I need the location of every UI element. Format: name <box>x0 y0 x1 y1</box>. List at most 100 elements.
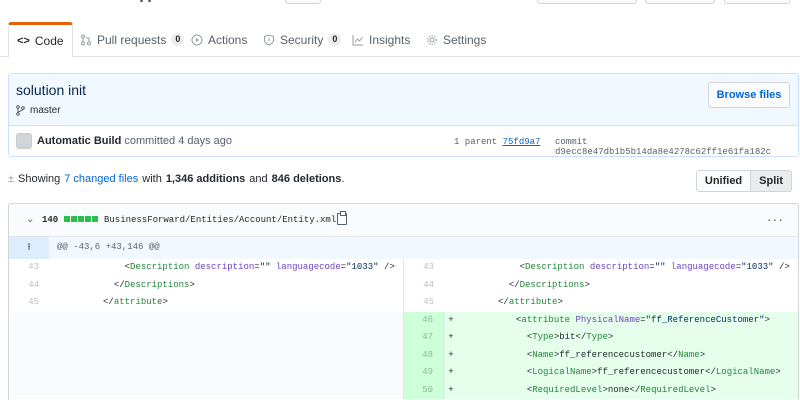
line-number[interactable]: 45 <box>404 294 444 312</box>
parent-label: 1 parent <box>454 137 498 147</box>
toolbar-button[interactable] <box>645 0 715 4</box>
code-line: <Description description="" languagecode… <box>519 262 790 272</box>
tab-code[interactable]: <> Code <box>8 22 73 58</box>
commit-title: solution init <box>16 82 87 98</box>
graph-icon <box>352 34 363 45</box>
clipboard-icon[interactable] <box>337 211 347 225</box>
sha-value[interactable]: d9ecc8e47db1b5b14da8e4278c62ff1e61fa182c <box>555 147 771 157</box>
line-number[interactable]: 48 <box>404 346 444 364</box>
addition-marker: + <box>448 367 454 377</box>
commit-action: committed 4 days ago <box>124 135 233 147</box>
summary-with: with <box>142 173 162 185</box>
left-pane-cell: 43 <Description description="" languagec… <box>9 259 404 277</box>
diff-view-toggle: Unified Split <box>695 170 792 192</box>
pr-counter: 0 <box>171 33 185 46</box>
right-pane-cell: 43 <Description description="" languagec… <box>404 259 798 277</box>
summary-suffix: . <box>341 173 345 185</box>
right-pane-cell: 47 + <Type>bit</Type> <box>404 329 798 347</box>
right-pane-cell: 50 + <RequiredLevel>none</RequiredLevel> <box>404 381 798 399</box>
commit-author-line: Automatic Build committed 4 days ago <box>37 135 232 147</box>
toolbar-button[interactable] <box>537 0 637 4</box>
right-pane-cell: 48 + <Name>ff_referencecustomer</Name> <box>404 346 798 364</box>
line-number[interactable]: 44 <box>9 277 49 295</box>
tab-label: Code <box>34 34 64 48</box>
tab-actions[interactable]: Actions <box>191 22 247 57</box>
line-number[interactable]: 45 <box>9 294 49 312</box>
line-number[interactable]: 43 <box>404 259 444 277</box>
changed-files-link[interactable]: 7 changed files <box>64 173 138 185</box>
code-line: <attribute PhysicalName="ff_ReferenceCus… <box>516 314 770 325</box>
addition-marker: + <box>448 314 454 325</box>
left-pane-cell <box>9 311 404 329</box>
addition-marker: + <box>448 332 454 342</box>
parent-info: 1 parent 75fd9a7 <box>454 137 540 147</box>
security-counter: 0 <box>328 33 342 46</box>
tab-label: Security <box>280 32 324 47</box>
additions-count: 1,346 additions <box>165 173 246 185</box>
author-name[interactable]: Automatic Build <box>37 135 121 147</box>
tab-label: Settings <box>443 32 487 47</box>
diff-row: 49 + <LogicalName>ff_referencecustomer</L… <box>9 364 798 382</box>
toolbar-button[interactable] <box>724 0 790 4</box>
tab-label: Pull requests <box>97 32 167 47</box>
code-line: </attribute> <box>103 297 168 307</box>
browse-files-button[interactable]: Browse files <box>708 82 790 108</box>
file-path[interactable]: BusinessForward/Entities/Account/Entity.… <box>104 215 336 225</box>
left-pane-cell: 45 </attribute> <box>9 294 404 312</box>
unified-button[interactable]: Unified <box>695 170 752 192</box>
code-line: <LogicalName>ff_referencecustomer</Logic… <box>526 367 781 377</box>
branch-name[interactable]: master <box>30 105 61 116</box>
line-number[interactable]: 46 <box>404 311 444 329</box>
chevron-down-icon[interactable]: ⌄ <box>26 214 34 225</box>
hunk-range: @@ -43,6 +43,146 @@ <box>57 242 160 252</box>
line-number[interactable]: 47 <box>404 329 444 347</box>
diffstat-bar <box>64 216 98 222</box>
top-toolbar-remnant <box>0 0 800 6</box>
line-number[interactable]: 43 <box>9 259 49 277</box>
commit-label: commit <box>555 137 588 147</box>
play-icon <box>191 34 203 45</box>
line-number[interactable]: 44 <box>404 277 444 295</box>
code-line: </attribute> <box>498 297 563 307</box>
tab-insights[interactable]: Insights <box>352 22 410 57</box>
left-pane-cell: 44 </Descriptions> <box>9 276 404 295</box>
left-pane-cell <box>9 364 404 382</box>
split-button[interactable]: Split <box>751 170 792 192</box>
line-number[interactable]: 50 <box>404 381 444 399</box>
code-line: </Descriptions> <box>508 279 590 290</box>
commit-header: solution init master Browse files <box>9 74 798 126</box>
tab-pull-requests[interactable]: Pull requests 0 <box>80 22 185 57</box>
repo-nav: <> Code Pull requests 0 Actions Security… <box>0 22 800 58</box>
deletions-count: 846 deletions <box>271 173 342 185</box>
tab-settings[interactable]: Settings <box>426 22 486 57</box>
pull-request-icon <box>81 34 91 45</box>
diff-row: 50 + <RequiredLevel>none</RequiredLevel> <box>9 381 798 399</box>
plus-minus-icon: ± <box>8 173 15 185</box>
kebab-menu-icon[interactable]: ··· <box>767 211 784 227</box>
left-pane-cell <box>9 381 404 399</box>
left-pane-cell <box>9 329 404 347</box>
diff-summary: ± Showing 7 changed files with 1,346 add… <box>8 173 344 185</box>
expand-up-icon[interactable]: ⭱ <box>9 237 49 259</box>
code-line: <RequiredLevel>none</RequiredLevel> <box>526 384 716 395</box>
parent-sha-link[interactable]: 75fd9a7 <box>503 137 541 147</box>
diff-row: 45 </attribute> 45 </attribute> <box>9 294 798 312</box>
right-pane-cell: 49 + <LogicalName>ff_referencecustomer</L… <box>404 364 798 382</box>
tab-security[interactable]: Security 0 <box>263 22 342 57</box>
code-line: <Description description="" languagecode… <box>124 262 395 272</box>
file-header: ⌄ 140 BusinessForward/Entities/Account/E… <box>9 204 798 237</box>
line-number[interactable]: 49 <box>404 364 444 382</box>
toolbar-button[interactable] <box>285 0 321 4</box>
file-diff: ⌄ 140 BusinessForward/Entities/Account/E… <box>8 203 799 400</box>
file-change-count: 140 <box>42 215 59 225</box>
code-line: <Type>bit</Type> <box>526 332 614 342</box>
commit-sha: commit d9ecc8e47db1b5b14da8e4278c62ff1e6… <box>555 137 798 157</box>
avatar[interactable] <box>16 133 32 149</box>
commit-box: solution init master Browse files Automa… <box>8 73 799 157</box>
commit-meta: Automatic Build committed 4 days ago 1 p… <box>9 126 798 157</box>
shield-icon <box>264 33 274 46</box>
top-remnant-dot <box>148 0 151 2</box>
left-pane-cell <box>9 346 404 364</box>
addition-marker: + <box>448 384 454 395</box>
branch-indicator: master <box>16 105 61 116</box>
